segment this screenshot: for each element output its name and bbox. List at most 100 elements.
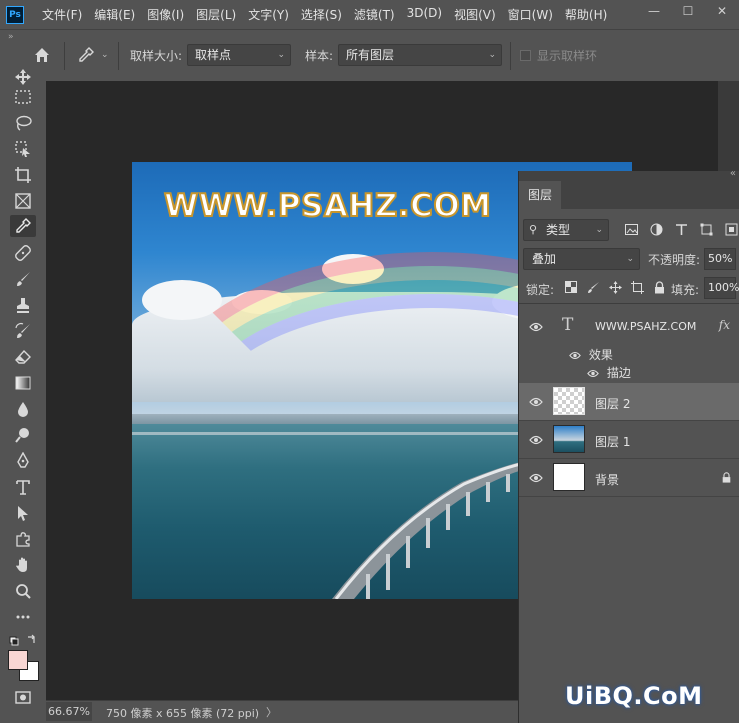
effects-row[interactable]: 效果 xyxy=(569,346,613,363)
menu-type[interactable]: 文字(Y) xyxy=(242,6,295,23)
lock-image-pixels-icon[interactable] xyxy=(585,279,601,295)
edit-toolbar-button[interactable] xyxy=(10,606,36,628)
blur-tool[interactable] xyxy=(10,398,36,420)
menu-image[interactable]: 图像(I) xyxy=(141,6,190,23)
eyedropper-icon xyxy=(79,47,94,62)
panel-header[interactable]: « xyxy=(519,168,739,181)
sample-size-select[interactable]: 取样点 ⌄ xyxy=(187,44,291,66)
shape-layer-filter-icon[interactable] xyxy=(698,221,715,238)
eye-icon[interactable] xyxy=(569,351,581,360)
hand-tool[interactable] xyxy=(10,554,36,576)
menu-layer[interactable]: 图层(L) xyxy=(190,6,242,23)
fx-icon[interactable]: fx xyxy=(719,318,730,332)
vertical-scrollbar[interactable] xyxy=(718,81,739,171)
menu-select[interactable]: 选择(S) xyxy=(295,6,348,23)
menu-3d[interactable]: 3D(D) xyxy=(401,6,448,23)
crop-tool[interactable] xyxy=(10,164,36,186)
gradient-tool[interactable] xyxy=(10,372,36,394)
brush-tool[interactable] xyxy=(10,268,36,290)
panel-collapse-icon[interactable]: « xyxy=(730,168,736,179)
healing-brush-tool[interactable] xyxy=(10,242,36,264)
layer-name[interactable]: WWW.PSAHZ.COM xyxy=(595,320,696,333)
sample-select[interactable]: 所有图层 ⌄ xyxy=(338,44,502,66)
smart-object-filter-icon[interactable] xyxy=(723,221,739,238)
lock-transparent-pixels-icon[interactable] xyxy=(563,279,579,295)
opacity-input[interactable]: 50% xyxy=(704,248,736,270)
clone-stamp-tool[interactable] xyxy=(10,294,36,316)
fill-input[interactable]: 100% xyxy=(704,277,739,299)
photoshop-logo: Ps xyxy=(6,5,24,24)
quick-mask-button[interactable] xyxy=(10,686,36,708)
pixel-layer-filter-icon[interactable] xyxy=(623,221,640,238)
menu-items: 文件(F) 编辑(E) 图像(I) 图层(L) 文字(Y) 选择(S) 滤镜(T… xyxy=(36,6,613,23)
layer-row-text[interactable]: T WWW.PSAHZ.COM fx xyxy=(519,309,739,345)
menu-filter[interactable]: 滤镜(T) xyxy=(348,6,401,23)
lock-all-icon[interactable] xyxy=(651,279,667,295)
sample-label: 样本: xyxy=(305,49,334,63)
collapse-arrows-icon[interactable]: » xyxy=(8,32,14,42)
marquee-tool[interactable] xyxy=(10,86,36,108)
chevron-down-icon: ⌄ xyxy=(101,50,109,60)
blend-mode-select[interactable]: 叠加 ⌄ xyxy=(523,248,640,270)
eye-icon[interactable] xyxy=(529,397,543,407)
status-menu-arrow-icon[interactable]: 〉 xyxy=(266,704,277,720)
sample-value: 所有图层 xyxy=(346,48,395,62)
frame-tool[interactable] xyxy=(10,190,36,212)
dodge-tool[interactable] xyxy=(10,424,36,446)
show-ring-checkbox[interactable] xyxy=(520,50,531,61)
color-swatches[interactable] xyxy=(8,650,40,682)
menu-edit[interactable]: 编辑(E) xyxy=(88,6,141,23)
layer-row-background[interactable]: 背景 xyxy=(519,459,739,497)
layers-separator xyxy=(519,303,739,304)
eye-icon[interactable] xyxy=(529,473,543,483)
sample-size-value: 取样点 xyxy=(195,48,232,62)
type-tool[interactable] xyxy=(10,476,36,498)
minimize-button[interactable]: — xyxy=(637,0,671,22)
zoom-tool[interactable] xyxy=(10,580,36,602)
custom-shape-tool[interactable] xyxy=(10,528,36,550)
quick-mask-icon xyxy=(15,691,31,704)
object-selection-tool[interactable] xyxy=(10,138,36,160)
eye-icon[interactable] xyxy=(529,435,543,445)
chevron-down-icon: ⌄ xyxy=(277,50,285,60)
chevron-down-icon: ⌄ xyxy=(488,50,496,60)
menu-view[interactable]: 视图(V) xyxy=(448,6,502,23)
layer-row-layer-1[interactable]: 图层 1 xyxy=(519,421,739,459)
move-tool[interactable] xyxy=(10,66,36,88)
adjustment-layer-filter-icon[interactable] xyxy=(648,221,665,238)
close-button[interactable]: ✕ xyxy=(705,0,739,22)
zoom-level[interactable]: 66.67% xyxy=(48,705,90,718)
tab-layers[interactable]: 图层 xyxy=(519,181,561,209)
type-layer-filter-icon[interactable] xyxy=(673,221,690,238)
eraser-tool[interactable] xyxy=(10,346,36,368)
eraser-icon xyxy=(15,349,31,364)
maximize-button[interactable]: ☐ xyxy=(671,0,705,22)
options-separator xyxy=(510,42,511,70)
lock-position-icon[interactable] xyxy=(607,279,623,295)
layers-panel: « 图层 ⚲ 类型 ⌄ 叠加 ⌄ 不透明度: 50% 锁定: 填充: 100% … xyxy=(518,168,739,723)
lasso-tool[interactable] xyxy=(10,112,36,134)
layer-name[interactable]: 背景 xyxy=(595,471,619,488)
pen-tool[interactable] xyxy=(10,450,36,472)
layer-filter-value: 类型 xyxy=(546,223,571,237)
foreground-color-swatch[interactable] xyxy=(8,650,28,670)
eye-icon[interactable] xyxy=(529,322,543,332)
layer-filter-icons xyxy=(623,221,739,238)
menu-window[interactable]: 窗口(W) xyxy=(502,6,559,23)
tool-preset-picker[interactable]: ⌄ xyxy=(77,45,111,65)
layer-row-layer-2[interactable]: 图层 2 xyxy=(519,383,739,421)
eye-icon[interactable] xyxy=(587,369,599,378)
layer-name[interactable]: 图层 1 xyxy=(595,433,630,450)
default-colors-swap[interactable] xyxy=(8,630,38,652)
stroke-effect-row[interactable]: 描边 xyxy=(587,364,631,381)
eyedropper-tool[interactable] xyxy=(10,215,36,237)
layer-name[interactable]: 图层 2 xyxy=(595,395,630,412)
history-brush-tool[interactable] xyxy=(10,320,36,342)
path-selection-tool[interactable] xyxy=(10,502,36,524)
lock-artboard-icon[interactable] xyxy=(629,279,645,295)
options-separator xyxy=(118,42,119,70)
menu-help[interactable]: 帮助(H) xyxy=(559,6,613,23)
frame-icon xyxy=(15,193,31,209)
menu-file[interactable]: 文件(F) xyxy=(36,6,88,23)
layer-filter-select[interactable]: ⚲ 类型 ⌄ xyxy=(523,219,609,241)
